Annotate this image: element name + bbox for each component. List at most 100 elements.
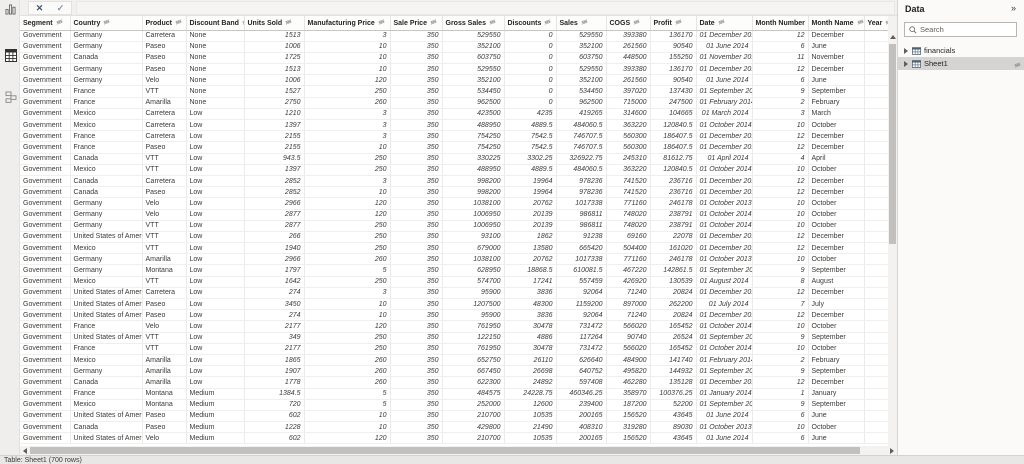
table-cell[interactable]: None	[186, 85, 245, 98]
formula-input[interactable]	[76, 1, 895, 15]
table-cell[interactable]: 529550	[556, 30, 607, 42]
table-cell[interactable]	[864, 164, 888, 176]
table-cell[interactable]: 529550	[556, 63, 607, 76]
table-cell[interactable]: 0	[504, 97, 557, 109]
table-cell[interactable]: 1210	[244, 108, 305, 121]
table-cell[interactable]: 10	[304, 63, 391, 76]
table-cell[interactable]: Low	[186, 175, 245, 188]
table-cell[interactable]: Government	[20, 231, 71, 244]
table-cell[interactable]: 130539	[650, 276, 697, 288]
table-cell[interactable]	[864, 41, 888, 53]
table-cell[interactable]: 3	[304, 119, 391, 132]
table-cell[interactable]: Velo	[142, 209, 187, 221]
table-cell[interactable]: Montana	[142, 264, 187, 277]
table-cell[interactable]: 20139	[504, 209, 557, 221]
table-cell[interactable]: Low	[186, 153, 245, 165]
table-cell[interactable]: 01 October 2014	[696, 220, 753, 232]
table-cell[interactable]	[864, 332, 888, 344]
table-cell[interactable]: None	[186, 74, 245, 87]
table-cell[interactable]: 529550	[442, 63, 505, 76]
table-cell[interactable]: Government	[20, 388, 71, 400]
table-cell[interactable]: Low	[186, 108, 245, 121]
table-cell[interactable]: 10	[304, 410, 391, 423]
table-cell[interactable]: Low	[186, 287, 245, 300]
table-cell[interactable]	[864, 264, 888, 277]
table-cell[interactable]: Government	[20, 320, 71, 333]
table-cell[interactable]: 1228	[244, 421, 305, 434]
table-cell[interactable]: 1513	[244, 30, 305, 42]
table-cell[interactable]: Government	[20, 332, 71, 344]
table-cell[interactable]: Paseo	[142, 186, 187, 199]
table-cell[interactable]: 01 December 2014	[696, 130, 753, 143]
table-cell[interactable]: 1384.5	[244, 388, 305, 400]
table-cell[interactable]	[864, 276, 888, 288]
table-cell[interactable]: France	[70, 343, 143, 355]
table-cell[interactable]: 754250	[442, 130, 505, 143]
table-cell[interactable]: 2852	[244, 175, 305, 188]
table-cell[interactable]: 01 November 2013	[696, 52, 753, 65]
table-cell[interactable]: June	[808, 410, 865, 423]
table-cell[interactable]: 2852	[244, 186, 305, 199]
table-cell[interactable]: Low	[186, 242, 245, 255]
table-cell[interactable]: 69160	[606, 231, 651, 244]
table-cell[interactable]: June	[808, 74, 865, 87]
table-cell[interactable]: Government	[20, 164, 71, 176]
table-cell[interactable]	[864, 119, 888, 132]
table-cell[interactable]: Government	[20, 354, 71, 367]
table-cell[interactable]: Government	[20, 74, 71, 87]
column-header-date[interactable]: Date	[696, 16, 753, 31]
table-cell[interactable]: France	[70, 141, 143, 154]
table-cell[interactable]: 95900	[442, 287, 505, 300]
table-cell[interactable]: 1397	[244, 119, 305, 132]
table-cell[interactable]: December	[808, 141, 865, 154]
table-cell[interactable]: November	[808, 52, 865, 65]
table-cell[interactable]: 250	[304, 343, 391, 355]
table-cell[interactable]: 92064	[556, 309, 607, 322]
table-cell[interactable]: 560300	[606, 130, 651, 143]
table-cell[interactable]: 01 June 2014	[696, 432, 753, 445]
table-cell[interactable]: 01 December 2013	[696, 376, 753, 389]
table-cell[interactable]: 142861.5	[650, 264, 697, 277]
table-cell[interactable]: Canada	[70, 153, 143, 165]
chevron-right-icon[interactable]	[904, 47, 908, 54]
search-box[interactable]	[904, 22, 1017, 37]
table-cell[interactable]: 350	[390, 141, 443, 154]
table-cell[interactable]	[864, 388, 888, 400]
table-cell[interactable]: Low	[186, 276, 245, 288]
table-cell[interactable]: Low	[186, 119, 245, 132]
table-cell[interactable]: October	[808, 253, 865, 266]
table-cell[interactable]: 187200	[606, 399, 651, 411]
table-cell[interactable]: Mexico	[70, 276, 143, 288]
table-cell[interactable]: Government	[20, 421, 71, 434]
table-cell[interactable]: 10	[752, 421, 809, 434]
table-cell[interactable]: 10	[304, 52, 391, 65]
table-cell[interactable]	[864, 153, 888, 165]
table-cell[interactable]: Low	[186, 130, 245, 143]
table-cell[interactable]: 90740	[606, 332, 651, 344]
table-cell[interactable]	[864, 320, 888, 333]
table-cell[interactable]: 10	[752, 253, 809, 266]
table-cell[interactable]: 319280	[606, 421, 651, 434]
table-cell[interactable]: 1006	[244, 41, 305, 53]
table-cell[interactable]: None	[186, 52, 245, 65]
table-cell[interactable]: 20139	[504, 220, 557, 232]
table-cell[interactable]: 01 October 2014	[696, 119, 753, 132]
table-cell[interactable]: Amarilla	[142, 376, 187, 389]
table-cell[interactable]: Canada	[70, 52, 143, 65]
table-cell[interactable]: 10535	[504, 410, 557, 423]
table-cell[interactable]: Medium	[186, 399, 245, 411]
table-cell[interactable]: 2	[752, 354, 809, 367]
table-cell[interactable]: 10	[304, 186, 391, 199]
table-cell[interactable]: 01 December 2014	[696, 186, 753, 199]
table-cell[interactable]: September	[808, 399, 865, 411]
table-cell[interactable]: 7542.5	[504, 130, 557, 143]
table-cell[interactable]: Carretera	[142, 130, 187, 143]
table-cell[interactable]: Mexico	[70, 242, 143, 255]
table-cell[interactable]: 986811	[556, 209, 607, 221]
table-cell[interactable]	[864, 209, 888, 221]
table-cell[interactable]	[864, 432, 888, 445]
table-cell[interactable]: 10	[752, 220, 809, 232]
table-cell[interactable]: 20762	[504, 253, 557, 266]
table-cell[interactable]: 01 September 2013	[696, 332, 753, 344]
table-cell[interactable]: 7542.5	[504, 141, 557, 154]
